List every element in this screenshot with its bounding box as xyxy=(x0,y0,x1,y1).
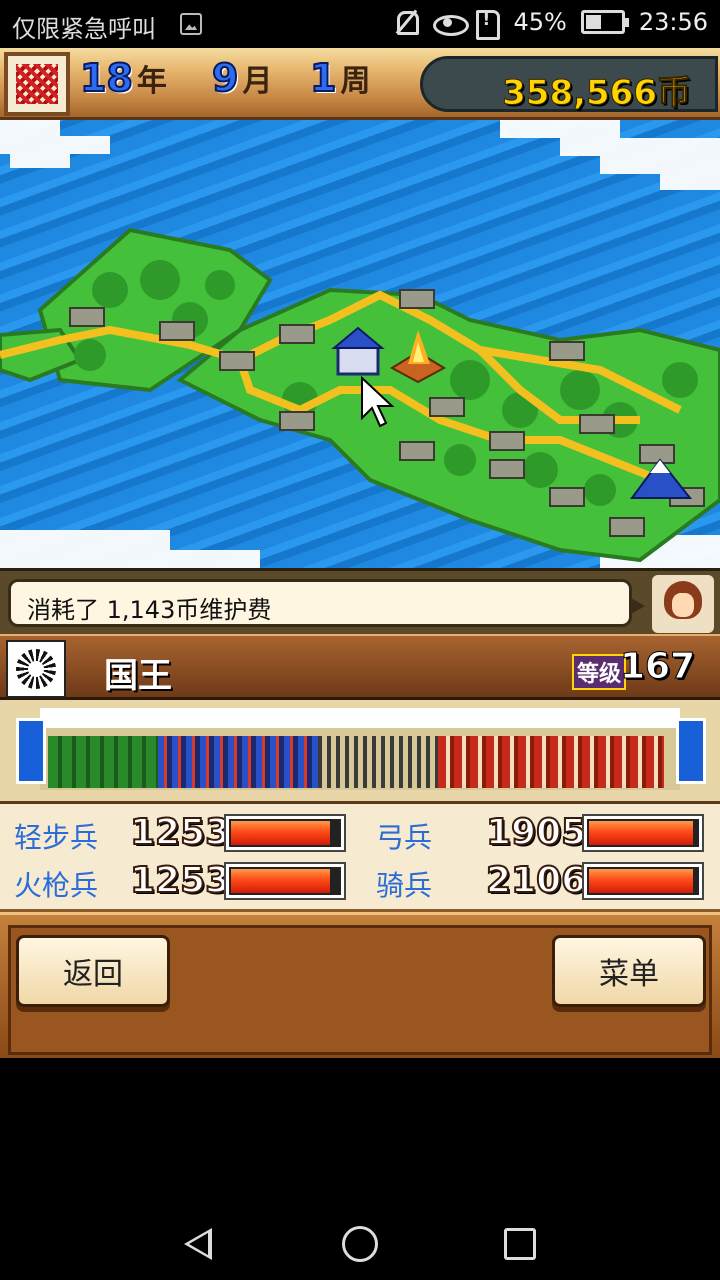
unit-value: 1253 xyxy=(129,859,231,902)
infantry-troops xyxy=(48,736,158,788)
menu-button[interactable]: 菜单 xyxy=(552,935,706,1007)
gunner-troops xyxy=(318,736,438,788)
formation-sky xyxy=(40,708,680,728)
battery-percent: 45% xyxy=(513,8,567,36)
cavalry-troops xyxy=(438,736,664,788)
year-unit: 年 xyxy=(136,64,167,99)
unit-label: 火枪兵 xyxy=(14,869,99,902)
status-bar: 仅限紧急呼叫 45% 23:56 xyxy=(0,0,720,48)
level-label: 等级 xyxy=(572,654,627,690)
message-text: 消耗了 1,143币维护费 xyxy=(27,596,272,624)
sim-alert-icon xyxy=(473,9,501,40)
player-name: 国王 xyxy=(104,656,172,696)
message-bubble: 消耗了 1,143币维护费 xyxy=(8,579,645,627)
message-bar: 消耗了 1,143币维护费 xyxy=(0,568,720,634)
archer-troops xyxy=(158,736,318,788)
week-unit: 周 xyxy=(340,64,371,99)
unit-strength-bar xyxy=(582,814,704,852)
unit-value: 2106 xyxy=(485,859,587,902)
unit-value: 1905 xyxy=(485,811,587,854)
player-bar: 国王 等级 167 xyxy=(0,634,720,700)
eye-icon xyxy=(433,9,470,36)
year-value: 18 xyxy=(79,55,134,101)
back-nav-icon[interactable] xyxy=(184,1228,212,1260)
week-value: 1 xyxy=(309,55,337,101)
money-panel: 358,566币 xyxy=(420,56,718,114)
unit-label: 弓兵 xyxy=(376,821,433,854)
map-graphics xyxy=(0,120,720,570)
army-stats: 轻步兵 1253 弓兵 1905 火枪兵 1253 骑兵 2106 xyxy=(0,804,720,912)
clock: 23:56 xyxy=(638,8,708,36)
left-banner-icon xyxy=(16,718,46,784)
system-nav-bar xyxy=(0,1208,720,1280)
game-header: 18 年 9月 1周 358,566币 xyxy=(0,48,720,120)
recent-apps-icon[interactable] xyxy=(504,1228,536,1260)
month-unit: 月 xyxy=(242,64,273,99)
unit-value: 1253 xyxy=(129,811,231,854)
date-month: 9月 xyxy=(211,55,273,101)
bottom-panel: 返回 菜单 xyxy=(0,912,720,1058)
unit-strength-fill xyxy=(589,821,693,845)
money-amount: 358,566币 xyxy=(502,73,692,114)
back-button[interactable]: 返回 xyxy=(16,935,170,1007)
date-week: 1周 xyxy=(309,55,371,101)
kingdom-emblem-icon[interactable] xyxy=(4,52,70,116)
right-banner-icon xyxy=(676,718,706,784)
date-year: 18 年 xyxy=(79,55,167,101)
crest-icon xyxy=(6,640,66,698)
unit-strength-fill xyxy=(231,869,331,893)
unit-strength-fill xyxy=(589,869,693,893)
unit-strength-bar xyxy=(224,862,346,900)
unit-strength-bar xyxy=(224,814,346,852)
unit-strength-bar xyxy=(582,862,704,900)
unit-label: 轻步兵 xyxy=(14,821,99,854)
army-formation xyxy=(0,700,720,804)
home-nav-icon[interactable] xyxy=(342,1226,378,1262)
mute-icon xyxy=(393,9,420,35)
month-value: 9 xyxy=(211,55,239,101)
battery-icon xyxy=(580,10,629,34)
level-value: 167 xyxy=(619,646,696,688)
world-map[interactable] xyxy=(0,120,720,570)
advisor-portrait[interactable] xyxy=(652,575,714,633)
image-icon xyxy=(180,13,202,35)
unit-strength-fill xyxy=(231,821,331,845)
unit-label: 骑兵 xyxy=(376,869,433,902)
carrier-text: 仅限紧急呼叫 xyxy=(12,15,156,43)
